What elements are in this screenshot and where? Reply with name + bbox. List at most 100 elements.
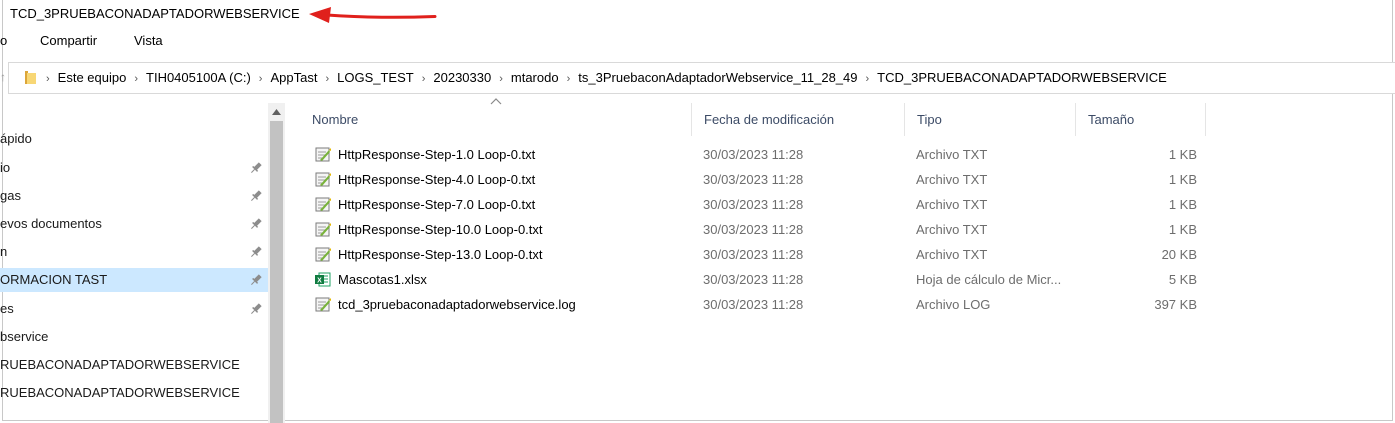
pin-icon[interactable]: [250, 212, 262, 236]
file-date: 30/03/2023 11:28: [703, 197, 804, 212]
text-file-icon: [315, 222, 331, 237]
pin-icon[interactable]: [250, 240, 262, 264]
file-row[interactable]: X Mascotas1.xlsx 30/03/2023 11:28 Hoja de c…: [300, 267, 1210, 292]
file-date: 30/03/2023 11:28: [703, 272, 804, 287]
scroll-up-icon[interactable]: [271, 108, 282, 116]
file-name: HttpResponse-Step-4.0 Loop-0.txt: [338, 172, 536, 187]
nav-item[interactable]: es: [0, 297, 268, 321]
file-row[interactable]: HttpResponse-Step-7.0 Loop-0.txt 30/03/20…: [300, 192, 1210, 217]
scroll-thumb[interactable]: [270, 121, 283, 423]
nav-item[interactable]: RUEBACONADAPTADORWEBSERVICE: [0, 353, 268, 377]
tab-share[interactable]: Compartir: [40, 33, 97, 48]
file-size: 1 KB: [1168, 147, 1197, 162]
breadcrumb-separator-icon[interactable]: ›: [317, 73, 337, 85]
file-type: Archivo TXT: [916, 172, 988, 187]
file-type: Archivo TXT: [916, 222, 988, 237]
nav-item-label: ORMACION TAST: [0, 272, 108, 287]
breadcrumb-item[interactable]: TCD_3PRUEBACONADAPTADORWEBSERVICE: [877, 70, 1167, 85]
file-date: 30/03/2023 11:28: [703, 172, 804, 187]
breadcrumb-separator-icon[interactable]: ›: [858, 73, 878, 85]
file-type: Archivo TXT: [916, 197, 988, 212]
nav-item-label: evos documentos: [0, 216, 102, 231]
file-name: HttpResponse-Step-7.0 Loop-0.txt: [338, 197, 536, 212]
file-row[interactable]: HttpResponse-Step-1.0 Loop-0.txt 30/03/20…: [300, 142, 1210, 167]
nav-item[interactable]: evos documentos: [0, 212, 268, 236]
svg-text:X: X: [317, 278, 322, 285]
file-type: Archivo TXT: [916, 247, 988, 262]
red-arrow-annotation-icon: [309, 7, 437, 23]
file-name: tcd_3pruebaconadaptadorwebservice.log: [338, 297, 576, 312]
text-file-icon: [315, 172, 331, 187]
breadcrumb-item[interactable]: 20230330: [433, 70, 491, 85]
pin-icon[interactable]: [250, 156, 262, 180]
breadcrumb-item[interactable]: ts_3PruebaconAdaptadorWebservice_11_28_4…: [578, 70, 857, 85]
breadcrumb-item[interactable]: TIH0405100A (C:): [146, 70, 251, 85]
tab-file[interactable]: o: [0, 33, 7, 48]
nav-item-label: RUEBACONADAPTADORWEBSERVICE: [0, 385, 240, 400]
breadcrumb-item[interactable]: AppTast: [270, 70, 317, 85]
pin-icon[interactable]: [250, 268, 262, 292]
file-size: 1 KB: [1168, 172, 1197, 187]
file-size: 1 KB: [1168, 222, 1197, 237]
navigation-pane: ápido io gas evos documentos n ORMACION TAST e…: [0, 100, 270, 423]
excel-file-icon: X: [315, 272, 331, 287]
nav-item-label: n: [0, 244, 8, 259]
file-row[interactable]: tcd_3pruebaconadaptadorwebservice.log 30/…: [300, 292, 1210, 317]
breadcrumb-separator-icon[interactable]: ›: [251, 73, 271, 85]
pin-icon[interactable]: [250, 184, 262, 208]
breadcrumb-separator-icon[interactable]: ›: [46, 73, 58, 85]
file-size: 20 KB: [1161, 247, 1197, 262]
breadcrumb-item[interactable]: LOGS_TEST: [337, 70, 414, 85]
column-size-header[interactable]: Tamaño: [1076, 103, 1206, 136]
nav-item[interactable]: gas: [0, 184, 268, 208]
file-name: HttpResponse-Step-1.0 Loop-0.txt: [338, 147, 536, 162]
file-row[interactable]: HttpResponse-Step-4.0 Loop-0.txt 30/03/20…: [300, 167, 1210, 192]
nav-item[interactable]: ORMACION TAST: [0, 268, 268, 292]
column-date-header[interactable]: Fecha de modificación: [692, 103, 905, 136]
file-date: 30/03/2023 11:28: [703, 297, 804, 312]
nav-item-label: es: [0, 301, 14, 316]
file-size: 5 KB: [1168, 272, 1197, 287]
file-size: 397 KB: [1154, 297, 1197, 312]
file-type: Hoja de cálculo de Micr...: [916, 272, 1062, 287]
column-headers: Nombre Fecha de modificación Tipo Tamaño: [300, 103, 1210, 137]
nav-item-label: bservice: [0, 329, 49, 344]
file-size: 1 KB: [1168, 197, 1197, 212]
breadcrumb-separator-icon[interactable]: ›: [559, 73, 579, 85]
file-date: 30/03/2023 11:28: [703, 247, 804, 262]
window-title: TCD_3PRUEBACONADAPTADORWEBSERVICE: [10, 6, 300, 21]
breadcrumb-separator-icon[interactable]: ›: [126, 73, 146, 85]
breadcrumb-item[interactable]: mtarodo: [511, 70, 559, 85]
nav-item-label: io: [0, 160, 11, 175]
nav-item[interactable]: RUEBACONADAPTADORWEBSERVICE: [0, 381, 268, 405]
pin-icon[interactable]: [250, 297, 262, 321]
column-name-header[interactable]: Nombre: [300, 103, 692, 136]
breadcrumb-separator-icon[interactable]: ›: [414, 73, 434, 85]
nav-item[interactable]: n: [0, 240, 268, 264]
file-name: HttpResponse-Step-10.0 Loop-0.txt: [338, 222, 543, 237]
file-row[interactable]: HttpResponse-Step-13.0 Loop-0.txt 30/03/2…: [300, 242, 1210, 267]
file-type: Archivo TXT: [916, 147, 988, 162]
folder-icon: [25, 71, 36, 84]
tab-view[interactable]: Vista: [134, 33, 163, 48]
file-name: Mascotas1.xlsx: [338, 272, 427, 287]
text-file-icon: [315, 147, 331, 162]
file-name: HttpResponse-Step-13.0 Loop-0.txt: [338, 247, 543, 262]
breadcrumb-item[interactable]: Este equipo: [58, 70, 127, 85]
nav-item[interactable]: io: [0, 156, 268, 180]
nav-scrollbar[interactable]: [268, 103, 285, 423]
file-date: 30/03/2023 11:28: [703, 222, 804, 237]
up-arrow-icon[interactable]: ↑: [0, 70, 6, 84]
file-date: 30/03/2023 11:28: [703, 147, 804, 162]
text-file-icon: [315, 197, 331, 212]
file-type: Archivo LOG: [916, 297, 991, 312]
nav-item[interactable]: bservice: [0, 325, 268, 349]
text-file-icon: [315, 247, 331, 262]
column-type-header[interactable]: Tipo: [905, 103, 1076, 136]
nav-item-label: ápido: [0, 131, 32, 146]
file-row[interactable]: HttpResponse-Step-10.0 Loop-0.txt 30/03/2…: [300, 217, 1210, 242]
nav-item[interactable]: ápido: [0, 127, 268, 151]
breadcrumb-separator-icon[interactable]: ›: [491, 73, 511, 85]
nav-item-label: gas: [0, 188, 21, 203]
text-file-icon: [315, 297, 331, 312]
